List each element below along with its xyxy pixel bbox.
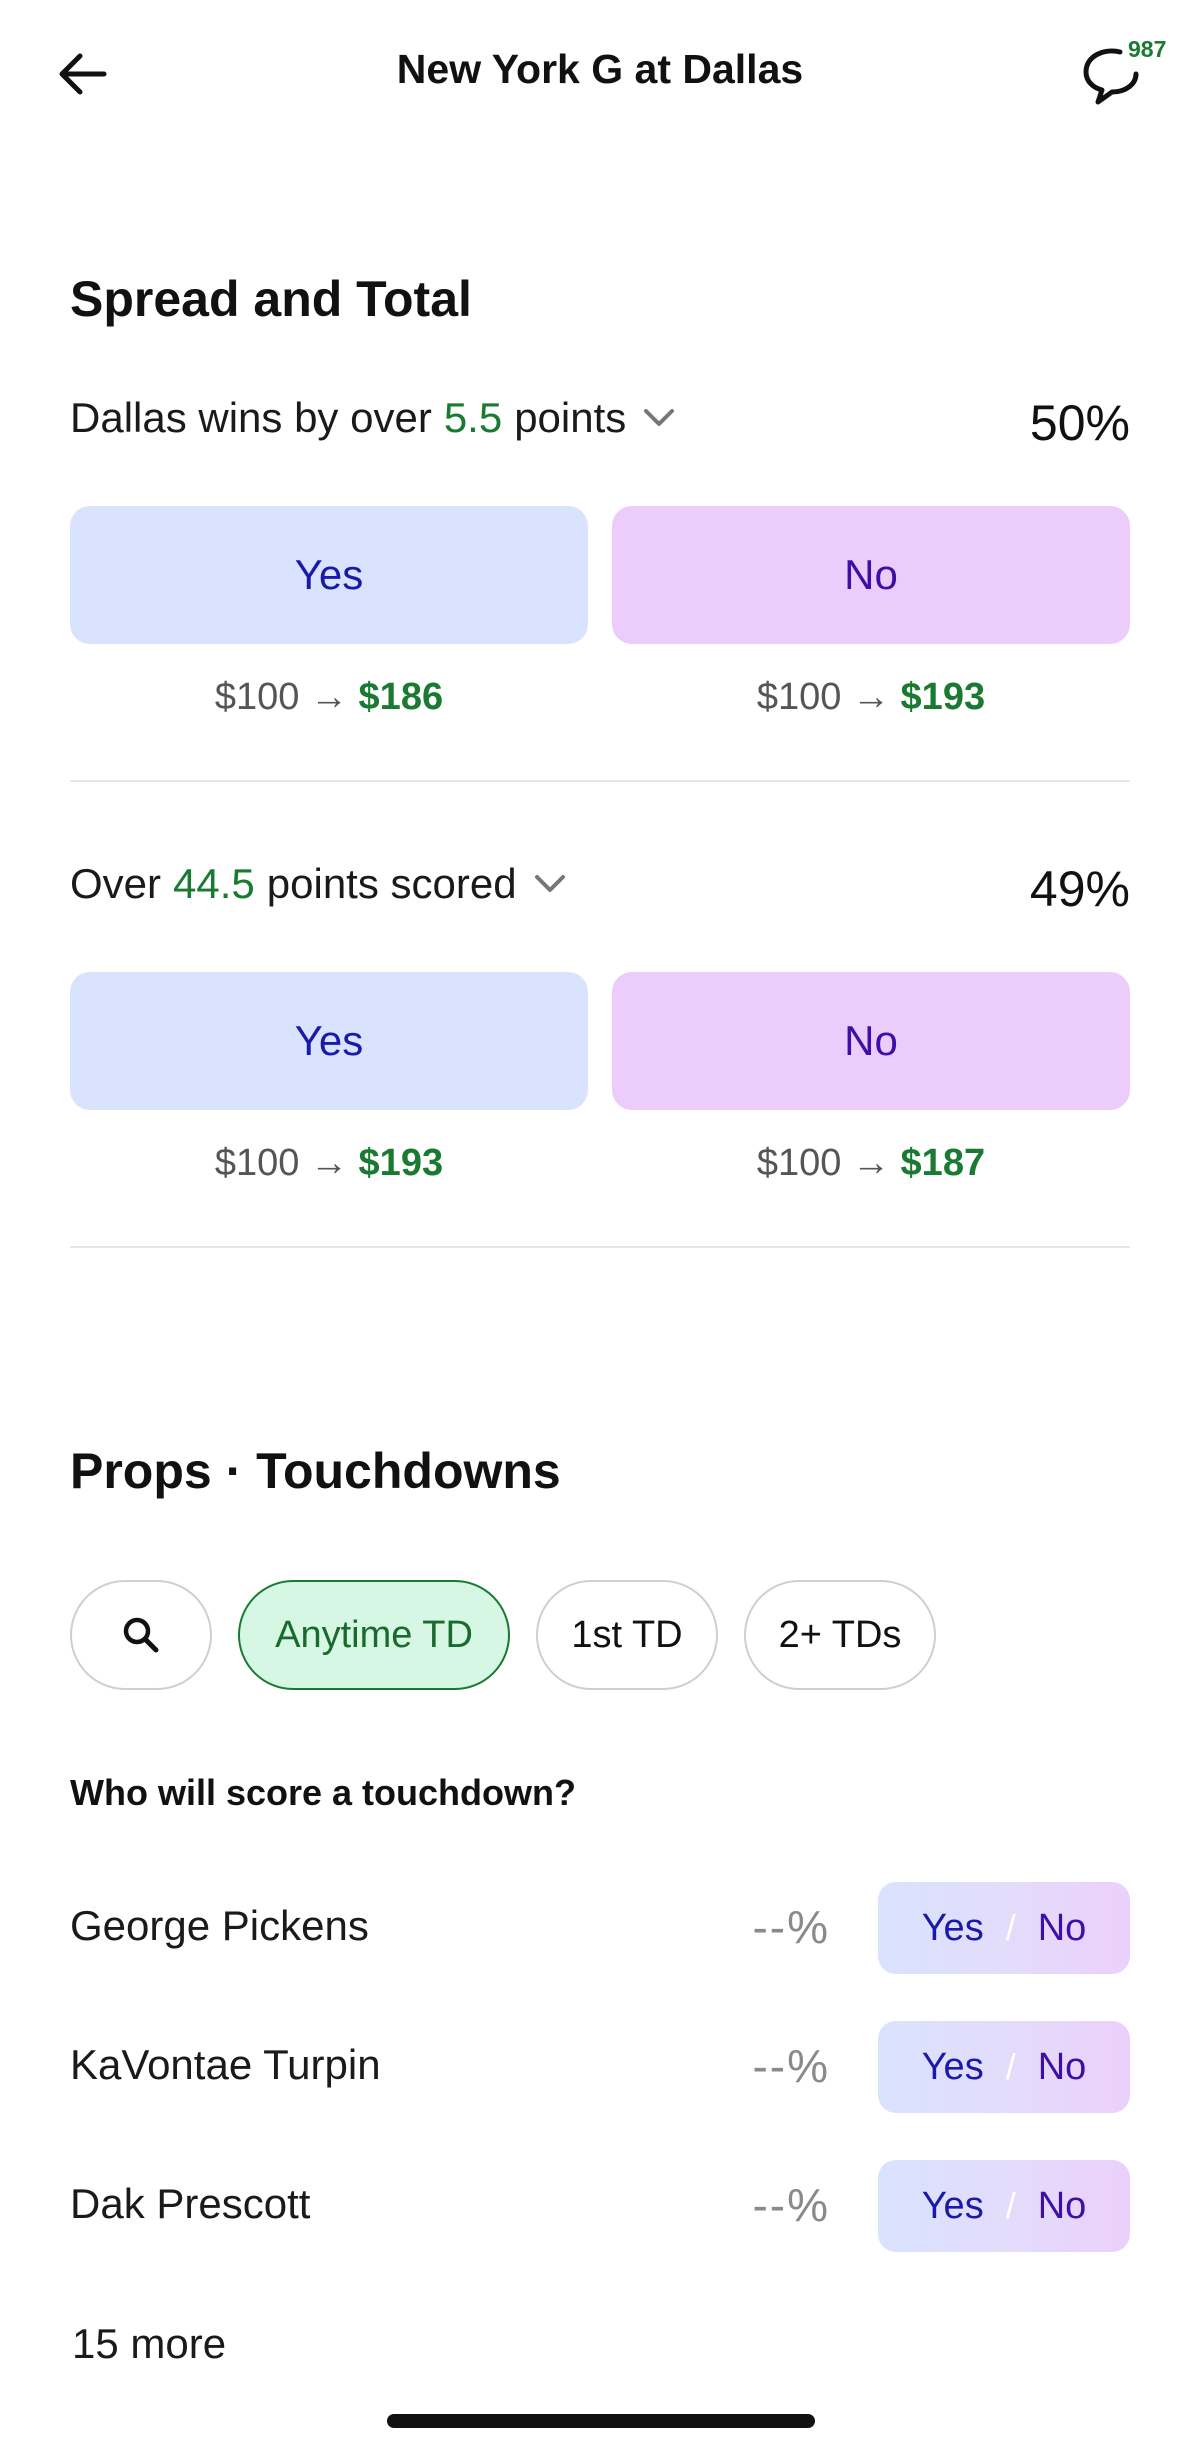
market-question-suffix: points scored: [266, 860, 517, 907]
player-percent: --%: [752, 1901, 830, 1953]
search-icon: [123, 1617, 159, 1653]
no-button[interactable]: No: [612, 506, 1130, 644]
market-spread: Dallas wins by over 5.5 points 50% Yes No …: [70, 394, 1130, 724]
filter-chip-two-plus-tds[interactable]: 2+ TDs: [744, 1580, 936, 1690]
divider: [70, 780, 1130, 782]
no-payout-value: $187: [900, 1142, 986, 1184]
no-button[interactable]: No: [612, 972, 1130, 1110]
player-name: KaVontae Turpin: [70, 2041, 381, 2088]
yes-option[interactable]: Yes: [922, 1907, 984, 1950]
search-chip-button[interactable]: [70, 1580, 212, 1690]
market-question-spread[interactable]: Dallas wins by over 5.5 points: [70, 394, 676, 442]
market-line-value: 5.5: [443, 394, 503, 441]
player-name: Dak Prescott: [70, 2180, 311, 2227]
chat-button[interactable]: 987: [1078, 34, 1178, 108]
chevron-down-icon[interactable]: [642, 407, 676, 429]
yes-payout-value: $193: [358, 1142, 444, 1184]
player-row: KaVontae Turpin --% Yes / No: [70, 2021, 1130, 2113]
yes-no-button[interactable]: Yes / No: [878, 1882, 1130, 1974]
yes-button[interactable]: Yes: [70, 972, 588, 1110]
no-option[interactable]: No: [1038, 2046, 1087, 2089]
market-question-suffix: points: [514, 394, 627, 441]
no-option[interactable]: No: [1038, 2185, 1087, 2228]
filter-chip-first-td[interactable]: 1st TD: [536, 1580, 718, 1690]
no-payout: $100 → $187: [612, 1142, 1130, 1185]
no-payout-value: $193: [900, 676, 986, 718]
no-payout: $100 → $193: [612, 676, 1130, 719]
yes-payout-value: $186: [358, 676, 444, 718]
separator: /: [1005, 1907, 1016, 1948]
player-row: George Pickens --% Yes / No: [70, 1882, 1130, 1974]
player-percent: --%: [752, 2040, 830, 2092]
section-title-spread-total: Spread and Total: [70, 271, 472, 327]
yes-stake-text: $100 →: [214, 1142, 348, 1184]
no-stake-text: $100 →: [756, 1142, 890, 1184]
yes-payout: $100 → $186: [70, 676, 588, 719]
player-name: George Pickens: [70, 1902, 369, 1949]
market-percent: 50%: [1029, 395, 1130, 451]
props-question: Who will score a touchdown?: [70, 1772, 577, 1813]
market-line-value: 44.5: [173, 860, 255, 907]
top-bar: New York G at Dallas 987: [0, 0, 1200, 150]
yes-no-button[interactable]: Yes / No: [878, 2021, 1130, 2113]
player-percent: --%: [752, 2179, 830, 2231]
yes-payout: $100 → $193: [70, 1142, 588, 1185]
market-question-prefix: Over: [70, 860, 162, 907]
separator: /: [1005, 2185, 1016, 2226]
yes-stake-text: $100 →: [214, 676, 348, 718]
player-row: Dak Prescott --% Yes / No: [70, 2160, 1130, 2252]
show-more-link[interactable]: 15 more: [72, 2320, 226, 2368]
separator: /: [1005, 2046, 1016, 2087]
yes-option[interactable]: Yes: [922, 2185, 984, 2228]
market-percent: 49%: [1029, 861, 1130, 917]
divider: [70, 1246, 1130, 1248]
section-title-props: Props · Touchdowns: [70, 1443, 561, 1499]
yes-option[interactable]: Yes: [922, 2046, 984, 2089]
market-total: Over 44.5 points scored 49% Yes No $100 → …: [70, 860, 1130, 1190]
page-title: New York G at Dallas: [396, 46, 804, 92]
home-indicator[interactable]: [387, 2414, 815, 2428]
yes-button[interactable]: Yes: [70, 506, 588, 644]
yes-no-button[interactable]: Yes / No: [878, 2160, 1130, 2252]
chat-count-badge: 987: [1128, 36, 1167, 62]
no-stake-text: $100 →: [756, 676, 890, 718]
no-option[interactable]: No: [1038, 1907, 1087, 1950]
chevron-down-icon[interactable]: [533, 873, 567, 895]
market-question-prefix: Dallas wins by over: [70, 394, 432, 441]
filter-chip-anytime-td[interactable]: Anytime TD: [238, 1580, 510, 1690]
market-question-total[interactable]: Over 44.5 points scored: [70, 860, 567, 908]
